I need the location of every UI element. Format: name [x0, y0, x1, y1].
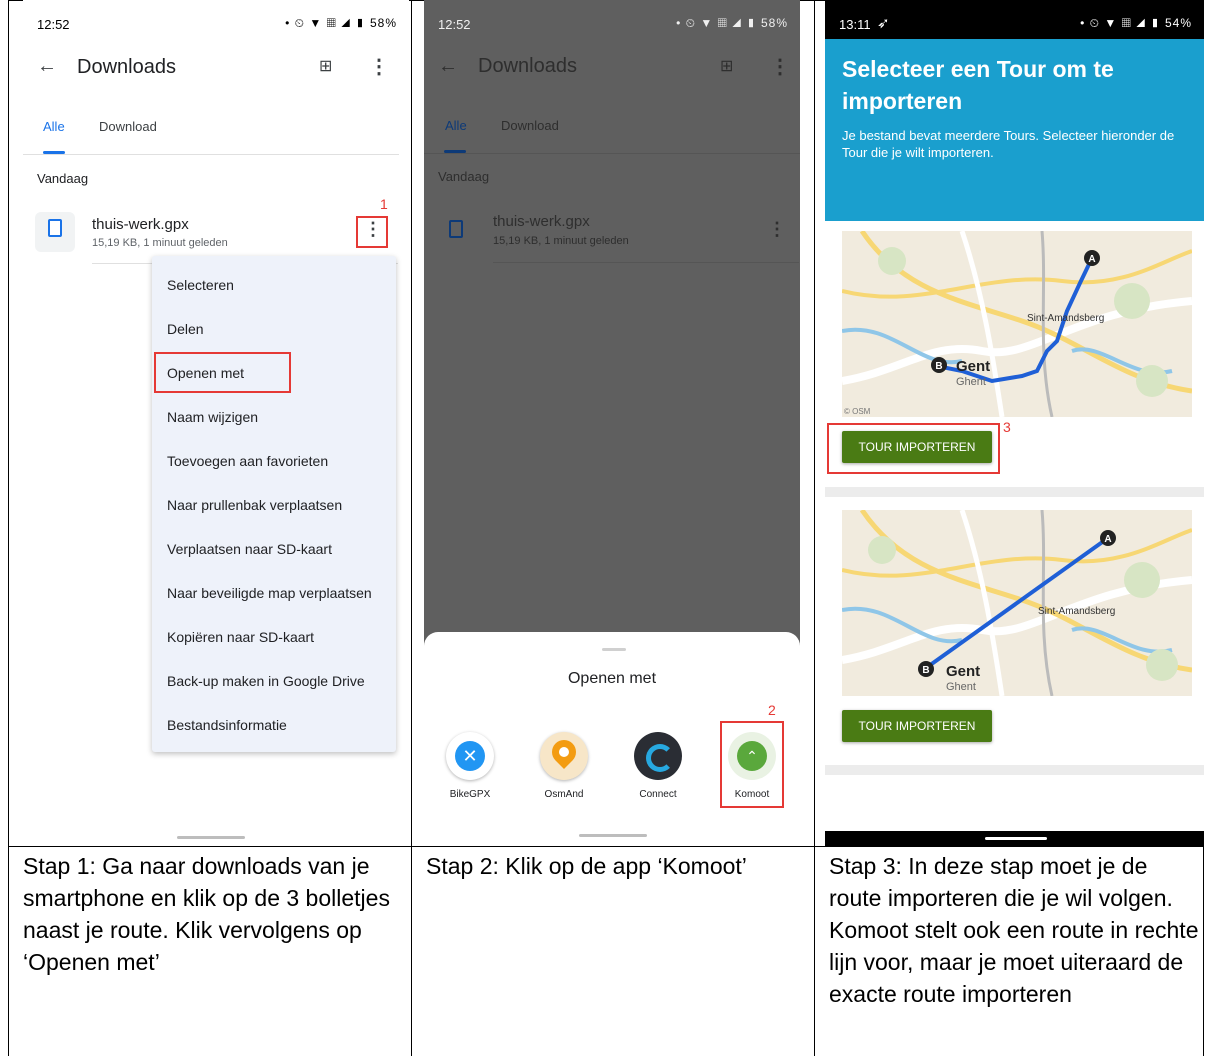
- location-arrow-icon: ➶: [877, 15, 890, 32]
- screenshot-downloads-menu: 12:52 • ⏲ ▼ ▦ ◢ ▮ 58% ← Downloads ⊞ ⋮ Al…: [23, 0, 409, 846]
- map-2-place-sub: Ghent: [946, 681, 976, 693]
- bikegpx-icon: ✕: [446, 732, 494, 780]
- status-icons: • ⏲ ▼ ▦ ◢ ▮ 58%: [285, 16, 397, 30]
- tab-alle: Alle: [445, 118, 467, 133]
- map-2-graphic: A B Sint-Amandsberg Gent Ghent: [842, 510, 1192, 696]
- map-1-start-marker: A: [1088, 254, 1095, 265]
- nav-handle: [985, 837, 1047, 840]
- card-separator: [825, 765, 1204, 775]
- map-1-graphic: A B Sint-Amandsberg Gent Ghent © OSM: [842, 231, 1192, 417]
- step-marker-1: 1: [380, 196, 388, 212]
- table-border-left: [8, 0, 9, 1056]
- map-1-place-small: Sint-Amandsberg: [1027, 313, 1104, 324]
- row-divider: [493, 262, 799, 263]
- status-bar: 12:52 • ⏲ ▼ ▦ ◢ ▮ 58%: [23, 0, 409, 46]
- import-title: Selecteer een Tour om te importeren: [842, 56, 1114, 114]
- tabs-divider: [23, 154, 399, 155]
- tour-import-button-2[interactable]: TOUR IMPORTEREN: [842, 710, 992, 742]
- status-icons: • ⏲ ▼ ▦ ◢ ▮ 58%: [676, 16, 788, 30]
- status-icons: • ⏲ ▼ ▦ ◢ ▮ 54%: [1080, 16, 1192, 30]
- table-divider-1: [411, 0, 412, 1056]
- map-2-start-marker: A: [1104, 534, 1111, 545]
- table-row-divider: [8, 846, 1204, 847]
- garmin-connect-icon: [634, 732, 682, 780]
- step-marker-2: 2: [768, 702, 776, 718]
- highlight-more-box: [356, 216, 388, 248]
- menu-item-favorieten[interactable]: Toevoegen aan favorieten: [167, 453, 328, 469]
- tabs-divider: [424, 153, 800, 154]
- menu-item-sd-kopieren[interactable]: Kopiëren naar SD-kaart: [167, 629, 314, 645]
- document-icon: [449, 220, 463, 238]
- file-more-icon: ⋮: [768, 219, 786, 239]
- file-name: thuis-werk.gpx: [493, 213, 590, 230]
- menu-item-prullenbak[interactable]: Naar prullenbak verplaatsen: [167, 497, 342, 513]
- page-title: Downloads: [478, 55, 577, 77]
- caption-step-1: Stap 1: Ga naar downloads van je smartph…: [23, 853, 390, 975]
- grid-view-icon: ⊞: [720, 58, 734, 75]
- card-separator: [825, 487, 1204, 497]
- screenshot-open-with: 12:52 • ⏲ ▼ ▦ ◢ ▮ 58% ← Downloads ⊞ ⋮ Al…: [424, 0, 800, 846]
- app-label-connect: Connect: [639, 789, 677, 800]
- status-time: 12:52: [438, 17, 471, 32]
- map-2-end-marker: B: [922, 665, 929, 676]
- menu-item-google-drive[interactable]: Back-up maken in Google Drive: [167, 673, 365, 689]
- map-2-place-small: Sint-Amandsberg: [1038, 606, 1115, 617]
- nav-handle: [579, 834, 647, 837]
- document-icon: [48, 219, 62, 237]
- map-1-copyright: © OSM: [844, 407, 871, 416]
- tour-map-2[interactable]: A B Sint-Amandsberg Gent Ghent: [842, 510, 1192, 696]
- highlight-komoot-box: [720, 721, 784, 808]
- file-meta: 15,19 KB, 1 minuut geleden: [92, 237, 228, 249]
- menu-item-bestandsinformatie[interactable]: Bestandsinformatie: [167, 717, 287, 733]
- more-options-icon: ⋮: [770, 56, 790, 78]
- caption-step-2: Stap 2: Klik op de app ‘Komoot’: [426, 853, 747, 879]
- status-bar: 12:52 • ⏲ ▼ ▦ ◢ ▮ 58%: [424, 0, 800, 46]
- status-time: 12:52: [37, 17, 70, 32]
- file-name: thuis-werk.gpx: [92, 216, 189, 233]
- context-menu: Selecteren Delen Openen met Naam wijzige…: [152, 256, 396, 752]
- back-arrow-icon[interactable]: ←: [37, 55, 57, 78]
- status-bar: 13:11 ➶ • ⏲ ▼ ▦ ◢ ▮ 54%: [825, 0, 1204, 39]
- map-1-place-big: Gent: [956, 358, 990, 375]
- more-options-icon[interactable]: ⋮: [369, 54, 389, 79]
- highlight-import-box: [827, 423, 1000, 474]
- map-2-place-big: Gent: [946, 663, 980, 680]
- file-meta: 15,19 KB, 1 minuut geleden: [493, 235, 629, 247]
- menu-item-selecteren[interactable]: Selecteren: [167, 277, 234, 293]
- sheet-title: Openen met: [567, 670, 657, 687]
- menu-item-beveiligde-map[interactable]: Naar beveiligde map verplaatsen: [167, 585, 372, 601]
- highlight-openen-met-box: [154, 352, 291, 393]
- map-1-place-sub: Ghent: [956, 376, 986, 388]
- menu-item-naam-wijzigen[interactable]: Naam wijzigen: [167, 409, 258, 425]
- status-time: 13:11: [839, 17, 871, 32]
- import-subtitle: Je bestand bevat meerdere Tours. Selecte…: [842, 128, 1175, 160]
- nav-handle: [177, 836, 245, 839]
- page-title: Downloads: [77, 56, 176, 78]
- section-header: Vandaag: [438, 169, 490, 184]
- menu-item-sd-verplaatsen[interactable]: Verplaatsen naar SD-kaart: [167, 541, 332, 557]
- app-label-osmand: OsmAnd: [544, 789, 584, 800]
- caption-step-3: Stap 3: In deze stap moet je de route im…: [829, 853, 1199, 1007]
- screenshot-komoot-import: 13:11 ➶ • ⏲ ▼ ▦ ◢ ▮ 54% Selecteer een To…: [825, 0, 1204, 846]
- tab-download: Download: [501, 118, 559, 133]
- sheet-handle[interactable]: [602, 648, 626, 651]
- map-1-end-marker: B: [935, 361, 942, 372]
- grid-view-icon[interactable]: ⊞: [319, 56, 332, 76]
- tab-alle[interactable]: Alle: [43, 119, 65, 134]
- section-header: Vandaag: [37, 171, 89, 186]
- step-marker-3: 3: [1003, 419, 1011, 435]
- back-arrow-icon: ←: [438, 55, 458, 77]
- osmand-icon: [540, 732, 588, 780]
- tour-map-1[interactable]: A B Sint-Amandsberg Gent Ghent © OSM: [842, 231, 1192, 417]
- menu-item-delen[interactable]: Delen: [167, 321, 204, 337]
- table-divider-2: [814, 0, 815, 1056]
- app-label-bikegpx: BikeGPX: [449, 789, 491, 800]
- tab-download[interactable]: Download: [99, 119, 157, 134]
